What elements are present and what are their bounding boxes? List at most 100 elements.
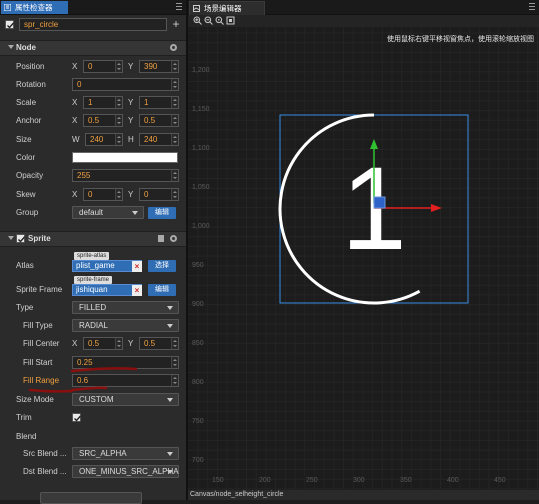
zoom-reset-icon[interactable] — [215, 16, 224, 25]
position-y-value: 390 — [144, 62, 158, 71]
gizmo-center-handle[interactable] — [373, 196, 386, 209]
stepper-icon[interactable] — [171, 97, 178, 108]
scale-y-input[interactable]: 1 — [139, 96, 179, 109]
sprite-enabled-checkbox[interactable] — [16, 234, 26, 243]
type-select[interactable]: FILLED — [72, 301, 179, 314]
group-select[interactable]: default — [72, 206, 144, 219]
axis-x-label: X — [72, 339, 78, 348]
position-row: Position X 0 Y 390 — [0, 59, 186, 75]
stepper-icon[interactable] — [171, 115, 178, 126]
fill-center-y-input[interactable]: 0.5 — [139, 337, 179, 350]
fit-view-icon[interactable] — [226, 16, 235, 25]
stepper-icon[interactable] — [171, 170, 178, 181]
rotation-row: Rotation 0 — [0, 77, 186, 93]
opacity-input[interactable]: 255 — [72, 169, 179, 182]
add-component-bottom-button[interactable] — [40, 492, 142, 504]
add-component-button[interactable]: + — [171, 17, 181, 31]
y-tick-label: 950 — [192, 262, 204, 269]
sprite-section-header[interactable]: Sprite — [0, 231, 186, 247]
chevron-down-icon — [132, 211, 138, 215]
collapse-arrow-icon — [8, 236, 14, 240]
stepper-icon[interactable] — [115, 134, 122, 145]
size-label: Size — [16, 135, 32, 144]
skew-x-value: 0 — [88, 190, 93, 199]
panel-menu-icon[interactable] — [176, 3, 182, 10]
annotation-underlines — [28, 367, 138, 393]
clear-icon[interactable]: × — [132, 261, 142, 272]
gear-icon[interactable] — [170, 44, 177, 51]
sprite-frame-asset-field[interactable]: sprite-frame jishiquan × — [72, 276, 142, 298]
scene-icon — [193, 5, 200, 12]
scale-x-input[interactable]: 1 — [83, 96, 123, 109]
size-row: Size W 240 H 240 — [0, 132, 186, 148]
skew-y-value: 0 — [144, 190, 149, 199]
fill-type-value: RADIAL — [79, 321, 108, 330]
node-name-input[interactable]: spr_circle — [19, 18, 167, 31]
rotation-value: 0 — [77, 80, 82, 89]
position-label: Position — [16, 62, 45, 71]
position-x-input[interactable]: 0 — [83, 60, 123, 73]
scale-label: Scale — [16, 98, 37, 107]
book-icon[interactable] — [158, 235, 164, 242]
clear-icon[interactable]: × — [132, 285, 142, 296]
inspector-icon — [4, 4, 11, 11]
fill-center-x-value: 0.5 — [88, 339, 100, 348]
rotation-input[interactable]: 0 — [72, 78, 179, 91]
dst-blend-select[interactable]: ONE_MINUS_SRC_ALPHA — [72, 465, 179, 478]
trim-checkbox[interactable] — [72, 413, 82, 422]
stepper-icon[interactable] — [115, 61, 122, 72]
scene-viewport[interactable]: 1,200 1,150 1,100 1,050 1,000 950 900 850 800 750… — [188, 27, 539, 490]
tab-scene-editor[interactable]: 场景编辑器 — [189, 1, 265, 15]
fill-center-x-input[interactable]: 0.5 — [83, 337, 123, 350]
node-active-checkbox[interactable] — [5, 20, 15, 29]
zoom-in-icon[interactable] — [193, 16, 202, 25]
anchor-y-value: 0.5 — [144, 116, 156, 125]
stepper-icon[interactable] — [171, 338, 178, 349]
group-edit-button[interactable]: 编辑 — [148, 207, 176, 219]
zoom-out-icon[interactable] — [204, 16, 213, 25]
scene-tabbar: 场景编辑器 — [188, 0, 539, 15]
stepper-icon[interactable] — [115, 338, 122, 349]
node-section-header[interactable]: Node — [0, 40, 186, 56]
color-row: Color — [0, 150, 186, 166]
fill-type-select[interactable]: RADIAL — [72, 319, 179, 332]
axis-h-label: H — [128, 135, 134, 144]
size-h-value: 240 — [144, 135, 158, 144]
anchor-x-input[interactable]: 0.5 — [83, 114, 123, 127]
anchor-y-input[interactable]: 0.5 — [139, 114, 179, 127]
size-w-input[interactable]: 240 — [85, 133, 123, 146]
stepper-icon[interactable] — [115, 97, 122, 108]
stepper-icon[interactable] — [171, 79, 178, 90]
sprite-frame-edit-button[interactable]: 编辑 — [148, 284, 176, 296]
y-tick-label: 800 — [192, 379, 204, 386]
sprite-frame-row: Sprite Frame sprite-frame jishiquan × 编辑 — [0, 276, 186, 300]
position-y-input[interactable]: 390 — [139, 60, 179, 73]
scene-toolbar — [188, 15, 539, 27]
skew-x-input[interactable]: 0 — [83, 188, 123, 201]
type-value: FILLED — [79, 303, 107, 312]
stepper-icon[interactable] — [171, 61, 178, 72]
stepper-icon[interactable] — [115, 115, 122, 126]
collapse-arrow-icon — [8, 45, 14, 49]
panel-menu-icon[interactable] — [529, 3, 535, 10]
x-tick-label: 350 — [400, 477, 412, 484]
stepper-icon[interactable] — [115, 189, 122, 200]
blend-label: Blend — [16, 432, 37, 441]
group-row: Group default 编辑 — [0, 205, 186, 221]
skew-y-input[interactable]: 0 — [139, 188, 179, 201]
color-swatch[interactable] — [72, 152, 178, 163]
tab-inspector[interactable]: 属性检查器 — [1, 1, 68, 14]
viewport-hint: 使用鼠标右键平移视窗焦点，使用滚轮缩放视图 — [387, 36, 534, 43]
src-blend-select[interactable]: SRC_ALPHA — [72, 447, 179, 460]
stepper-icon[interactable] — [171, 189, 178, 200]
x-tick-label: 450 — [494, 477, 506, 484]
x-tick-label: 400 — [447, 477, 459, 484]
size-mode-select[interactable]: CUSTOM — [72, 393, 179, 406]
stepper-icon[interactable] — [171, 134, 178, 145]
atlas-asset-field[interactable]: sprite-atlas plist_game × — [72, 252, 142, 274]
axis-x-label: X — [72, 62, 78, 71]
gear-icon[interactable] — [170, 235, 177, 242]
size-h-input[interactable]: 240 — [139, 133, 179, 146]
y-tick-label: 700 — [192, 457, 204, 464]
atlas-select-button[interactable]: 选择 — [148, 260, 176, 272]
